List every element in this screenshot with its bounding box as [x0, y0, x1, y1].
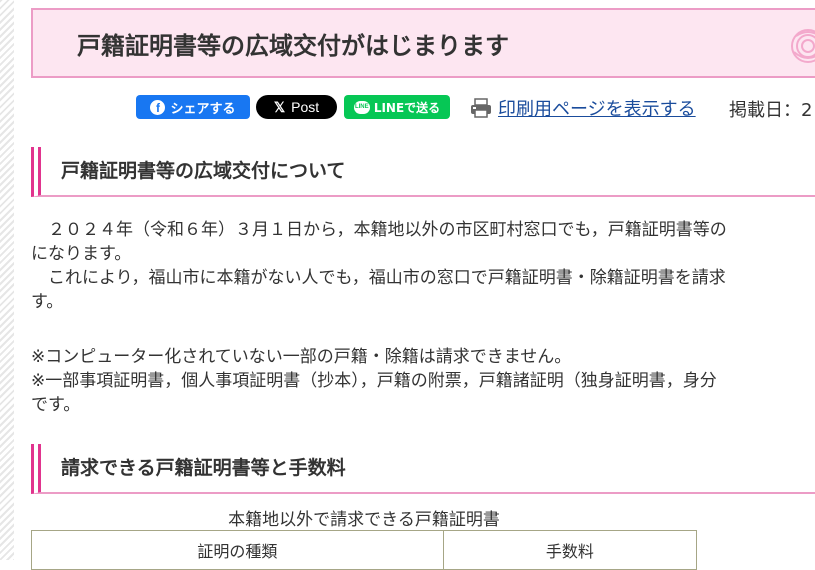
facebook-share-button[interactable]: f シェアする	[136, 95, 250, 119]
print-page-link-text[interactable]: 印刷用ページを表示する	[498, 95, 696, 121]
line-send-label: LINEで送る	[373, 100, 441, 115]
page-header: 戸籍証明書等の広域交付がはじまります	[31, 8, 815, 78]
page-title: 戸籍証明書等の広域交付がはじまります	[77, 32, 509, 60]
paragraph-line: これにより，福山市に本籍がない人でも，福山市の窓口で戸籍証明書・除籍証明書を請求	[31, 268, 726, 288]
posted-date: 掲載日：2	[729, 100, 813, 121]
intro-paragraphs: ２０２４年（令和６年）３月１日から，本籍地以外の市区町村窓口でも，戸籍証明書等の…	[31, 218, 815, 314]
facebook-share-label: シェアする	[170, 101, 236, 117]
facebook-icon: f	[150, 99, 166, 115]
x-post-button[interactable]: 𝕏 Post	[256, 95, 337, 119]
fee-table: 証明の種類 手数料	[31, 530, 698, 570]
section-heading-wide-area-issuance: 戸籍証明書等の広域交付について	[31, 147, 815, 197]
note-line: ※コンピューター化されていない一部の戸籍・除籍は請求できません。	[31, 347, 572, 367]
notes: ※コンピューター化されていない一部の戸籍・除籍は請求できません。 ※一部事項証明…	[31, 345, 815, 417]
note-line: ※一部事項証明書，個人事項証明書（抄本），戸籍の附票，戸籍諸証明（独身証明書，身…	[31, 371, 717, 391]
paragraph-line: す。	[31, 292, 64, 312]
note-line: です。	[31, 395, 81, 415]
share-bar: f シェアする 𝕏 Post LINE LINEで送る 印刷用ページを表示する …	[0, 94, 815, 122]
column-header-certificate-type: 証明の種類	[31, 530, 444, 570]
line-send-button[interactable]: LINE LINEで送る	[344, 95, 450, 119]
left-decorative-stripe	[0, 0, 14, 560]
line-logo-icon: LINE	[353, 100, 370, 114]
column-header-fee: 手数料	[442, 530, 698, 570]
print-page-link[interactable]: 印刷用ページを表示する	[470, 95, 696, 121]
rose-icon	[791, 29, 815, 63]
x-post-label: Post	[291, 99, 320, 115]
paragraph-line: になります。	[31, 244, 132, 264]
printer-icon	[471, 98, 491, 118]
table-caption: 本籍地以外で請求できる戸籍証明書	[228, 510, 500, 530]
paragraph-line: ２０２４年（令和６年）３月１日から，本籍地以外の市区町村窓口でも，戸籍証明書等の	[31, 220, 727, 240]
table-header-row: 証明の種類 手数料	[31, 530, 698, 570]
x-logo-icon: 𝕏	[273, 98, 286, 115]
section-heading-certificates-and-fees: 請求できる戸籍証明書等と手数料	[31, 444, 815, 494]
